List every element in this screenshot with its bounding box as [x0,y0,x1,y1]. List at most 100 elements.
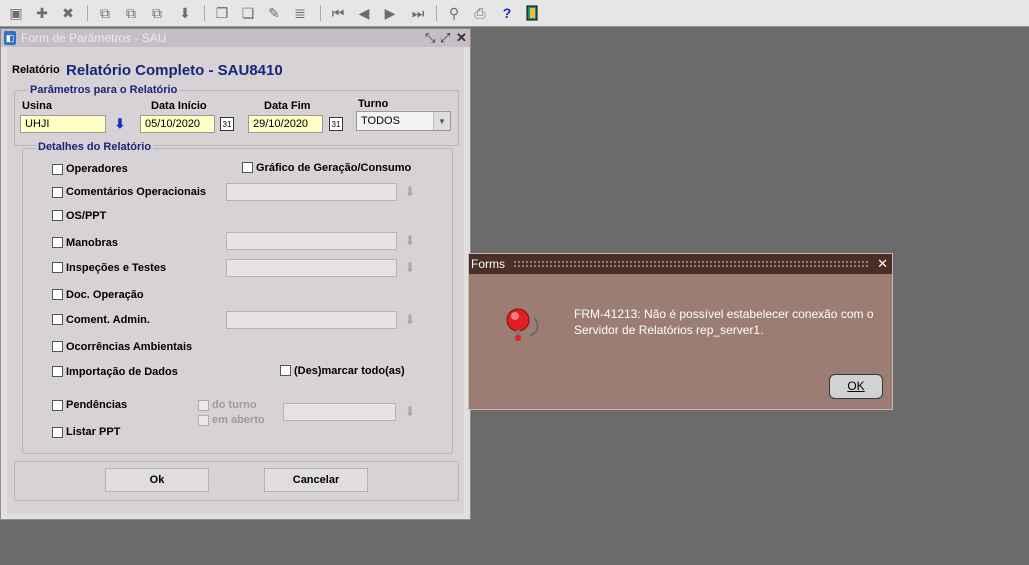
edit-icon[interactable]: ✎ [264,3,284,23]
comentarios-checkbox[interactable] [52,187,63,198]
cancel-button[interactable]: Cancelar [264,468,368,492]
maximize-icon[interactable]: ⤢ [440,30,450,46]
dialog-ok-button[interactable]: OK [829,374,883,399]
report-label: Relatório [12,64,60,76]
pendencias-field[interactable] [283,403,396,421]
first-record-icon[interactable]: ⏮ [328,3,348,23]
buttons-fieldset [14,461,459,501]
osppt-checkbox[interactable] [52,210,63,221]
em-aberto-checkbox[interactable] [198,415,209,426]
manobras-checkbox[interactable] [52,237,63,248]
inspecoes-field[interactable] [226,259,397,277]
comentarios-field[interactable] [226,183,397,201]
importacao-label: Importação de Dados [66,366,178,378]
grafico-label: Gráfico de Geração/Consumo [256,162,412,174]
importacao-checkbox[interactable] [52,366,63,377]
comentarios-lov-icon[interactable]: ⬇ [402,184,418,200]
manobras-field[interactable] [226,232,397,250]
dialog-message: FRM-41213: Não é possível estabelecer co… [574,306,894,338]
last-record-icon[interactable]: ⏭ [408,3,428,23]
do-turno-label: do turno [212,399,257,411]
forms-alert-dialog: Forms ✕ FRM-41213: Não é possível estabe… [468,253,893,410]
manobras-label: Manobras [66,237,118,249]
data-inicio-label: Data Início [151,100,207,112]
minimize-icon[interactable]: ⤡ [425,30,435,46]
calendar-icon[interactable]: 31 [220,117,234,131]
delete-record-icon[interactable]: ✖ [58,3,78,23]
cancel-query-icon[interactable]: ⧉ [147,3,167,23]
operadores-label: Operadores [66,163,128,175]
dialog-ok-label: OK [847,379,865,393]
message-line-2: Servidor de Relatórios rep_server1. [574,323,764,337]
doc-operacao-checkbox[interactable] [52,289,63,300]
dialog-title: Forms [471,257,505,271]
coment-admin-label: Coment. Admin. [66,314,150,326]
comentarios-label: Comentários Operacionais [66,186,206,198]
next-record-icon[interactable]: ▶ [380,3,400,23]
titlebar-grip [513,260,869,268]
doc-operacao-label: Doc. Operação [66,289,144,301]
close-icon[interactable]: ✕ [456,30,467,46]
execute-query-icon[interactable]: ⧉ [121,3,141,23]
exit-icon[interactable] [523,3,543,23]
operadores-checkbox[interactable] [52,164,63,175]
data-fim-field[interactable]: 29/10/2020 [248,115,323,133]
inspecoes-checkbox[interactable] [52,262,63,273]
pendencias-lov-icon[interactable]: ⬇ [402,404,418,420]
alarm-bell-icon [504,304,544,347]
coment-admin-lov-icon[interactable]: ⬇ [402,312,418,328]
window-title: Form de Parâmetros - SAU [21,31,167,45]
close-icon[interactable]: ✕ [877,256,888,272]
params-legend: Parâmetros para o Relatório [28,84,180,96]
form-icon: ◧ [4,31,16,45]
grafico-checkbox[interactable] [242,162,253,173]
chevron-down-icon[interactable]: ▼ [433,112,450,130]
save-icon[interactable]: ▣ [6,3,26,23]
toolbar-separator [320,5,321,21]
dialog-titlebar[interactable]: Forms ✕ [469,254,892,274]
turno-select[interactable]: TODOS ▼ [356,111,451,131]
copy-icon[interactable]: ❐ [212,3,232,23]
enter-query-icon[interactable]: ⧉ [95,3,115,23]
inspecoes-lov-icon[interactable]: ⬇ [402,260,418,276]
pendencias-label: Pendências [66,399,128,411]
coment-admin-field[interactable] [226,311,397,329]
toolbar-separator [204,5,205,21]
listar-ppt-label: Listar PPT [66,426,121,438]
display-list-icon[interactable]: ≣ [290,3,310,23]
report-title: Relatório Completo - SAU8410 [66,62,283,79]
window-titlebar[interactable]: ◧ Form de Parâmetros - SAU ⤡ ⤢ ✕ [1,29,470,47]
next-block-icon[interactable]: ⬇ [175,3,195,23]
do-turno-checkbox[interactable] [198,400,209,411]
turno-label: Turno [358,98,389,110]
manobras-lov-icon[interactable]: ⬇ [402,233,418,249]
ocorrencias-checkbox[interactable] [52,341,63,352]
previous-record-icon[interactable]: ◀ [354,3,374,23]
pendencias-checkbox[interactable] [52,400,63,411]
calendar-icon[interactable]: 31 [329,117,343,131]
osppt-label: OS/PPT [66,210,107,222]
usina-lov-icon[interactable]: ⬇ [112,116,128,132]
message-line-1: FRM-41213: Não é possível estabelecer co… [574,307,874,321]
toolbar-separator [87,5,88,21]
desmarcar-label: (Des)marcar todo(as) [294,365,405,377]
print-icon[interactable]: ⎙ [470,3,490,23]
ocorrencias-label: Ocorrências Ambientais [66,341,193,353]
paste-icon[interactable]: ❏ [238,3,258,23]
usina-label: Usina [22,100,52,112]
ok-button[interactable]: Ok [105,468,209,492]
insert-record-icon[interactable]: ✚ [32,3,52,23]
data-fim-label: Data Fim [264,100,311,112]
listar-ppt-checkbox[interactable] [52,427,63,438]
coment-admin-checkbox[interactable] [52,314,63,325]
toolbar-separator [436,5,437,21]
lock-icon[interactable]: ⚲ [444,3,464,23]
inspecoes-label: Inspeções e Testes [66,262,167,274]
help-icon[interactable]: ? [497,3,517,23]
turno-value: TODOS [361,115,400,127]
usina-field[interactable]: UHJI [20,115,106,133]
desmarcar-checkbox[interactable] [280,365,291,376]
data-inicio-field[interactable]: 05/10/2020 [140,115,215,133]
details-legend: Detalhes do Relatório [36,141,154,153]
em-aberto-label: em aberto [212,414,265,426]
